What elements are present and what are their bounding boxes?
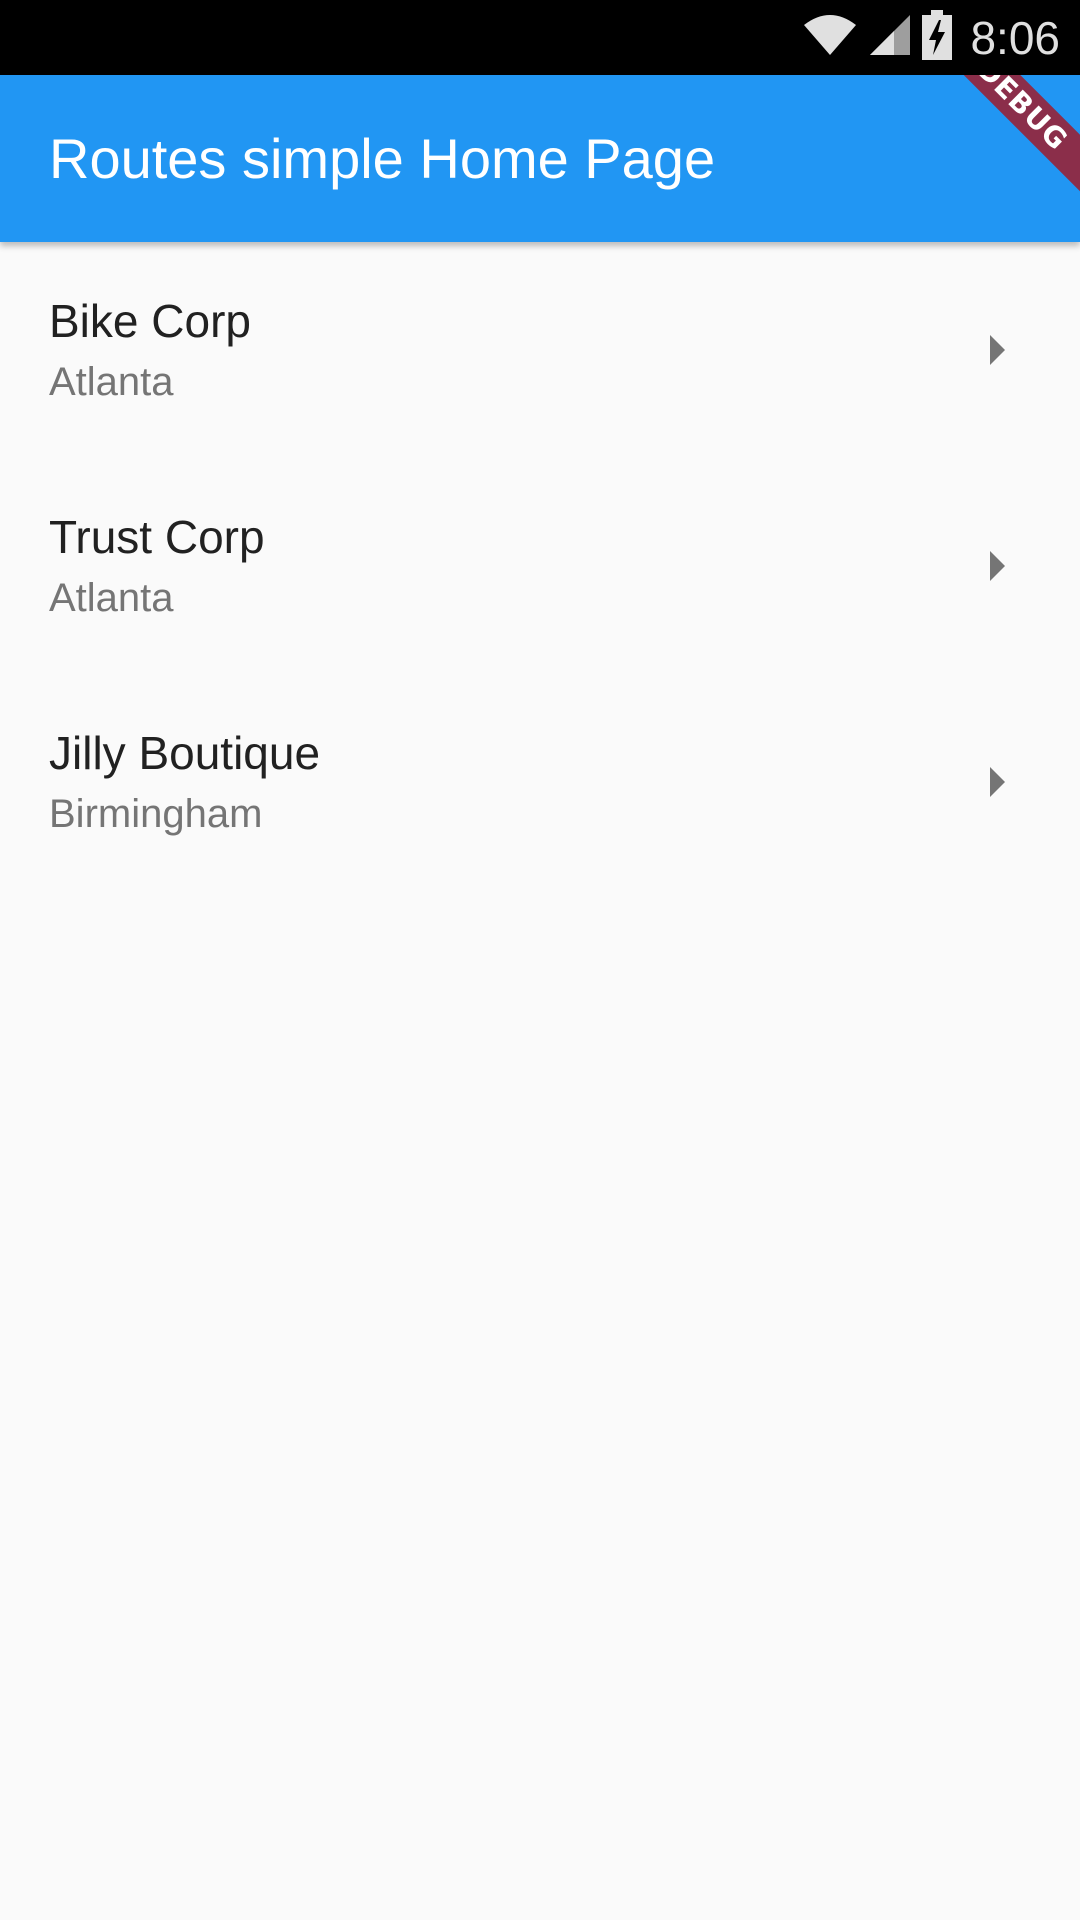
arrow-right-icon <box>990 767 1005 797</box>
app-bar: Routes simple Home Page DEBUG <box>0 75 1080 242</box>
debug-banner: DEBUG <box>923 75 1080 204</box>
arrow-right-icon <box>990 335 1005 365</box>
list-item-subtitle: Birmingham <box>49 792 263 836</box>
status-icons: 8:06 <box>802 0 1060 75</box>
list-item-title: Trust Corp <box>49 511 265 563</box>
page-title: Routes simple Home Page <box>49 127 716 190</box>
signal-icon <box>868 13 912 62</box>
list-item-subtitle: Atlanta <box>49 576 174 620</box>
list-item-title: Jilly Boutique <box>49 727 321 779</box>
status-time: 8:06 <box>970 11 1060 64</box>
list-item[interactable]: Jilly Boutique Birmingham <box>0 674 1080 890</box>
list-item[interactable]: Bike Corp Atlanta <box>0 242 1080 458</box>
wifi-icon <box>802 13 858 62</box>
arrow-right-icon <box>990 551 1005 581</box>
company-list: Bike Corp Atlanta Trust Corp Atlanta Jil… <box>0 242 1080 890</box>
status-bar: 8:06 <box>0 0 1080 75</box>
list-item-title: Bike Corp <box>49 295 251 347</box>
list-item-subtitle: Atlanta <box>49 360 174 404</box>
list-item[interactable]: Trust Corp Atlanta <box>0 458 1080 674</box>
battery-charging-icon <box>922 10 953 65</box>
